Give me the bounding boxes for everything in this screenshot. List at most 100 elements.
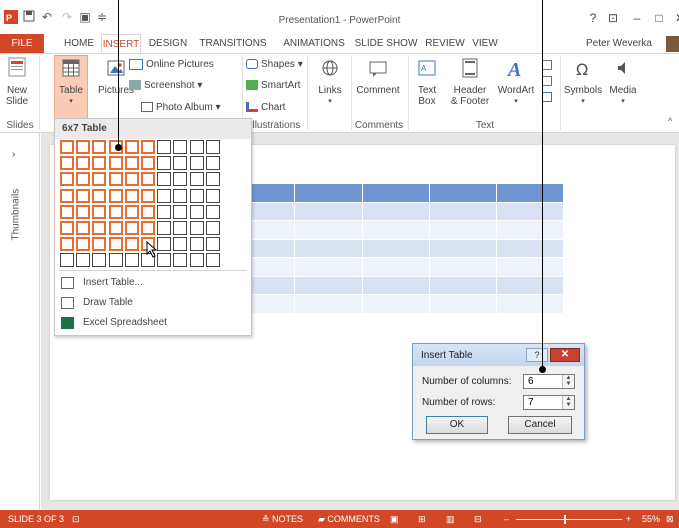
grid-cell[interactable] (141, 188, 155, 203)
grid-cell[interactable] (141, 156, 155, 171)
grid-cell[interactable] (205, 156, 220, 171)
grid-cell[interactable] (60, 237, 74, 252)
grid-cell[interactable] (189, 156, 204, 171)
grid-cell[interactable] (92, 140, 107, 154)
grid-cell[interactable] (189, 188, 204, 203)
grid-cell[interactable] (60, 253, 74, 268)
zoom-level[interactable]: 55% (642, 514, 660, 524)
normal-view-icon[interactable]: ▣ (390, 514, 399, 525)
excel-spreadsheet-menu-item[interactable]: Excel Spreadsheet (59, 314, 247, 332)
grid-cell[interactable] (173, 188, 188, 203)
date-time-icon[interactable] (542, 60, 552, 70)
draw-table-menu-item[interactable]: Draw Table (59, 294, 247, 312)
grid-cell[interactable] (189, 172, 204, 187)
grid-cell[interactable] (92, 172, 107, 187)
table-button[interactable]: Table ▾ (54, 55, 88, 119)
grid-cell[interactable] (205, 172, 220, 187)
maximize-icon[interactable]: □ (652, 11, 666, 25)
slideshow-view-icon[interactable]: ⊟ (474, 514, 482, 525)
grid-cell[interactable] (108, 172, 123, 187)
grid-cell[interactable] (157, 172, 172, 187)
grid-cell[interactable] (76, 140, 91, 154)
ribbon-display-icon[interactable]: ⊡ (606, 11, 620, 25)
grid-cell[interactable] (124, 253, 139, 268)
links-button[interactable]: Links ▾ (313, 56, 347, 107)
rows-value[interactable]: 7 (528, 397, 534, 408)
header-footer-button[interactable]: Header & Footer (449, 56, 491, 107)
tab-transitions[interactable]: TRANSITIONS (196, 34, 270, 53)
grid-cell[interactable] (76, 237, 91, 252)
grid-cell[interactable] (141, 140, 155, 154)
symbols-button[interactable]: Ω Symbols ▾ (563, 56, 603, 107)
insert-table-menu-item[interactable]: Insert Table... (59, 274, 247, 292)
grid-cell[interactable] (92, 188, 107, 203)
tab-review[interactable]: REVIEW (425, 34, 465, 53)
user-name[interactable]: Peter Weverka (586, 34, 662, 53)
rows-spinner[interactable]: 7 ▲ ▼ (523, 395, 575, 410)
grid-cell[interactable] (108, 188, 123, 203)
grid-cell[interactable] (76, 221, 91, 235)
ok-button[interactable]: OK (426, 416, 488, 434)
reading-view-icon[interactable]: ▥ (446, 514, 455, 525)
grid-cell[interactable] (141, 221, 155, 235)
collapse-ribbon-icon[interactable]: ^ (668, 116, 672, 126)
grid-cell[interactable] (76, 156, 91, 171)
tab-home[interactable]: HOME (60, 34, 98, 53)
grid-cell[interactable] (205, 140, 220, 154)
tab-slide-show[interactable]: SLIDE SHOW (354, 34, 418, 53)
new-slide-button[interactable]: New Slide (3, 56, 31, 107)
grid-cell[interactable] (157, 204, 172, 219)
text-box-button[interactable]: A Text Box (412, 56, 442, 107)
grid-cell[interactable] (173, 156, 188, 171)
grid-cell[interactable] (108, 221, 123, 235)
grid-cell[interactable] (141, 204, 155, 219)
spinner-arrows-icon[interactable]: ▲ ▼ (562, 396, 574, 409)
dialog-close-button[interactable]: ✕ (550, 348, 580, 362)
grid-cell[interactable] (157, 140, 172, 154)
grid-cell[interactable] (60, 172, 74, 187)
tab-animations[interactable]: ANIMATIONS (279, 34, 349, 53)
grid-cell[interactable] (92, 237, 107, 252)
grid-cell[interactable] (92, 253, 107, 268)
screenshot-button[interactable]: Screenshot ▾ (129, 79, 202, 93)
object-icon[interactable] (542, 92, 552, 102)
zoom-slider-thumb[interactable] (564, 515, 566, 524)
slide-counter[interactable]: SLIDE 3 OF 3 (8, 514, 64, 524)
tab-design[interactable]: DESIGN (145, 34, 191, 53)
tab-insert[interactable]: INSERT (101, 34, 141, 53)
grid-cell[interactable] (189, 237, 204, 252)
grid-cell[interactable] (157, 221, 172, 235)
grid-cell[interactable] (124, 204, 139, 219)
grid-cell[interactable] (173, 172, 188, 187)
grid-cell[interactable] (157, 237, 172, 252)
grid-cell[interactable] (189, 140, 204, 154)
grid-cell[interactable] (173, 237, 188, 252)
grid-cell[interactable] (173, 221, 188, 235)
help-icon[interactable]: ? (586, 11, 600, 25)
grid-cell[interactable] (157, 253, 172, 268)
fit-slide-icon[interactable]: ⊠ (666, 514, 674, 525)
expand-thumbnails-icon[interactable]: › (12, 149, 15, 160)
chart-button[interactable]: Chart (246, 101, 285, 115)
grid-cell[interactable] (189, 253, 204, 268)
zoom-out-icon[interactable]: – (504, 514, 509, 524)
spelling-icon[interactable]: ⊡ (72, 514, 80, 525)
grid-cell[interactable] (124, 172, 139, 187)
grid-cell[interactable] (173, 253, 188, 268)
grid-cell[interactable] (157, 188, 172, 203)
grid-cell[interactable] (108, 204, 123, 219)
grid-cell[interactable] (76, 204, 91, 219)
grid-cell[interactable] (60, 140, 74, 154)
dialog-help-button[interactable]: ? (526, 348, 548, 362)
shapes-button[interactable]: Shapes ▾ (246, 58, 303, 72)
cancel-button[interactable]: Cancel (508, 416, 572, 434)
grid-cell[interactable] (92, 204, 107, 219)
tab-view[interactable]: VIEW (470, 34, 500, 53)
grid-cell[interactable] (124, 221, 139, 235)
close-icon[interactable]: ✕ (673, 11, 679, 25)
spinner-arrows-icon[interactable]: ▲ ▼ (562, 375, 574, 388)
grid-cell[interactable] (76, 172, 91, 187)
grid-cell[interactable] (60, 156, 74, 171)
comments-button[interactable]: ▰ COMMENTS (318, 514, 380, 525)
grid-cell[interactable] (141, 172, 155, 187)
